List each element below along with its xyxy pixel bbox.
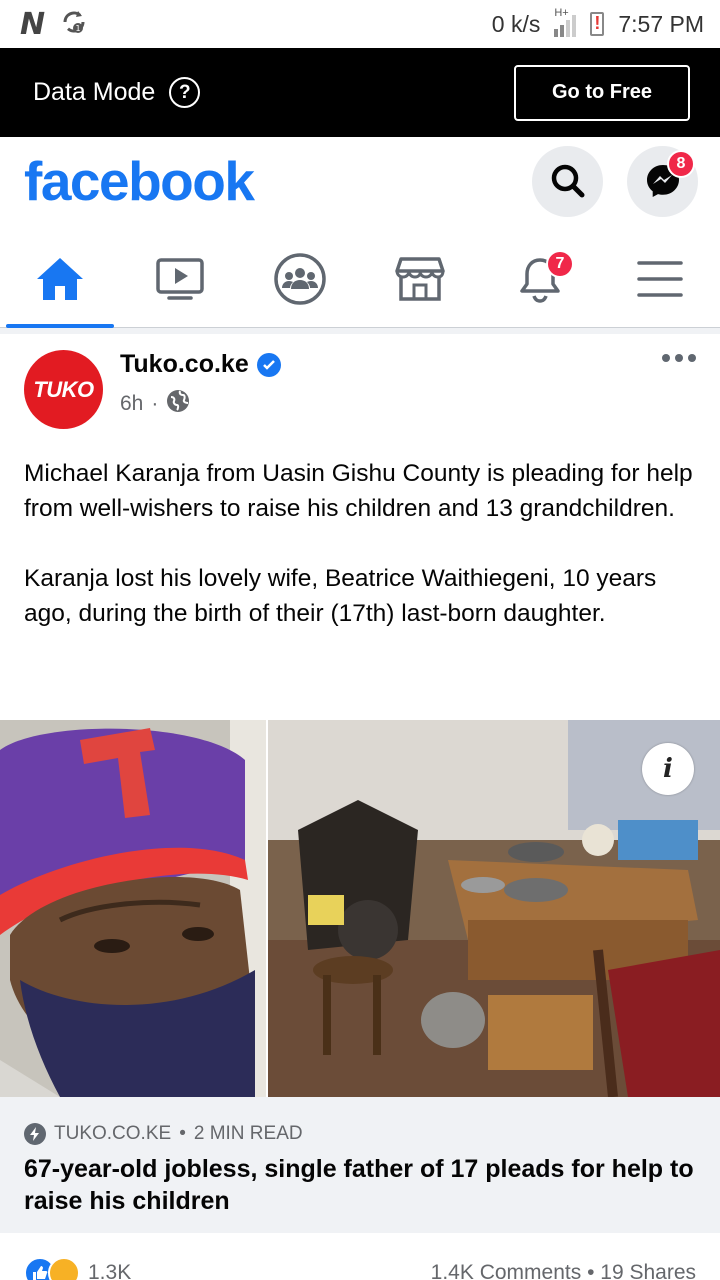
nav-tabs: 7: [0, 230, 720, 328]
video-icon: [156, 257, 204, 300]
battery-low-icon: [590, 12, 605, 36]
post-paragraph: Karanja lost his lovely wife, Beatrice W…: [24, 565, 657, 627]
marketplace-icon: [395, 256, 445, 301]
separator-dot: •: [587, 1261, 601, 1280]
svg-text:1: 1: [76, 24, 81, 33]
groups-icon: [274, 252, 326, 305]
help-icon[interactable]: ?: [169, 77, 201, 108]
link-preview[interactable]: TUKO.CO.KE • 2 MIN READ 67-year-old jobl…: [0, 1097, 720, 1233]
go-to-free-button[interactable]: Go to Free: [514, 64, 690, 121]
globe-icon: [166, 389, 190, 419]
clock: 7:57 PM: [618, 10, 704, 37]
shares-count[interactable]: 19 Shares: [600, 1261, 696, 1280]
tab-notifications[interactable]: 7: [480, 230, 600, 327]
network-type: H+: [554, 7, 569, 19]
notifications-badge: 7: [546, 250, 574, 278]
post-paragraph: Michael Karanja from Uasin Gishu County …: [24, 460, 693, 522]
link-source: TUKO.CO.KE: [54, 1123, 172, 1144]
tab-marketplace[interactable]: [360, 230, 480, 327]
verified-badge-icon: [256, 352, 281, 377]
tab-home[interactable]: [0, 230, 120, 328]
instant-article-icon: [24, 1123, 46, 1145]
avatar[interactable]: TUKO: [24, 350, 103, 429]
post-body: Michael Karanja from Uasin Gishu County …: [24, 456, 696, 631]
feed-divider: [0, 328, 720, 334]
tab-watch[interactable]: [120, 230, 240, 327]
menu-icon: [637, 260, 683, 297]
status-bar: N 1 0 k/s H+ 7:57 PM: [0, 0, 720, 48]
facebook-logo[interactable]: facebook: [24, 149, 255, 213]
more-options-button[interactable]: [662, 352, 696, 364]
app-header: facebook 8: [0, 137, 720, 225]
reactions-bar: 1.3K 1.4K Comments • 19 Shares: [24, 1257, 696, 1280]
post-time[interactable]: 6h: [120, 392, 143, 416]
reactions-count[interactable]: 1.3K: [88, 1261, 131, 1280]
messenger-button[interactable]: 8: [627, 145, 698, 217]
post-author[interactable]: Tuko.co.ke: [120, 350, 249, 379]
separator-dot: ·: [151, 392, 159, 415]
net-speed: 0 k/s: [491, 10, 541, 37]
post-header: TUKO Tuko.co.ke 6h ·: [24, 350, 696, 430]
link-title[interactable]: 67-year-old jobless, single father of 17…: [24, 1153, 696, 1217]
comments-count[interactable]: 1.4K Comments: [431, 1261, 582, 1280]
search-icon: [551, 164, 584, 198]
search-button[interactable]: [532, 145, 603, 217]
separator-dot: •: [179, 1123, 186, 1144]
link-read-time: 2 MIN READ: [193, 1123, 303, 1144]
sad-reaction-icon: [48, 1257, 80, 1280]
data-mode-banner: Data Mode ? Go to Free: [0, 48, 720, 137]
portrait-photo[interactable]: [0, 720, 266, 1097]
info-button[interactable]: i: [642, 743, 694, 795]
tab-groups[interactable]: [240, 230, 360, 327]
carrier-logo: N: [20, 6, 45, 42]
tab-menu[interactable]: [600, 230, 720, 327]
data-mode-label: Data Mode: [33, 78, 156, 106]
home-icon: [37, 257, 83, 300]
messenger-badge: 8: [667, 149, 695, 178]
signal-icon: H+: [554, 7, 577, 37]
sync-icon: 1: [61, 9, 87, 40]
